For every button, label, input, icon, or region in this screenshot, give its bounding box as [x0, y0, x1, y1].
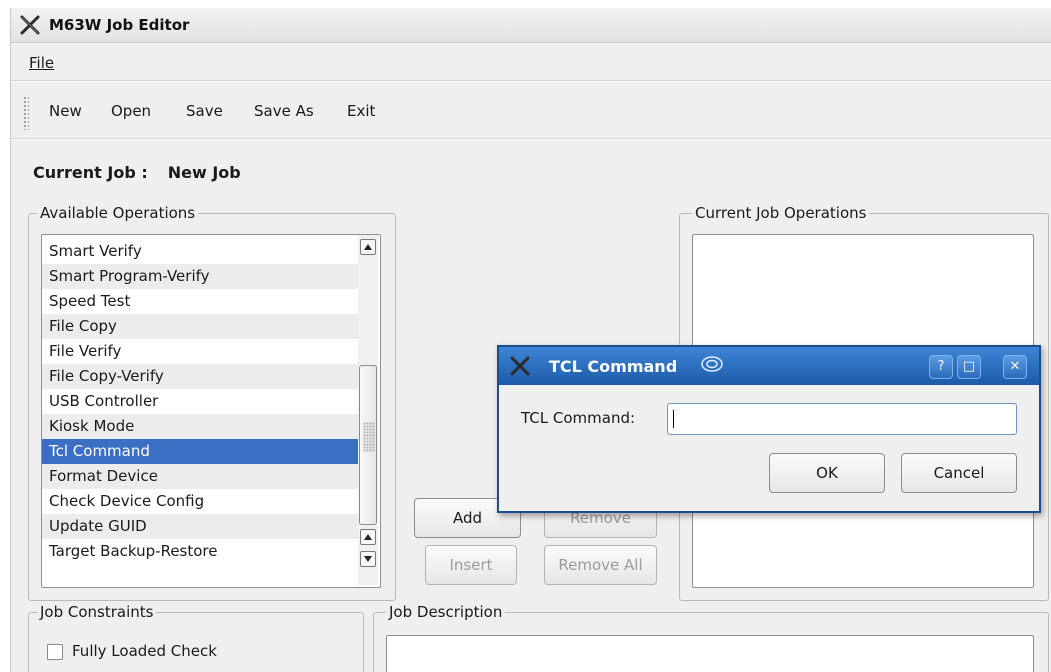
fully-loaded-check-label: Fully Loaded Check: [72, 642, 217, 660]
toolbar-exit-button[interactable]: Exit: [347, 102, 375, 120]
list-item[interactable]: Speed Test: [42, 289, 359, 314]
available-operations-group: Available Operations Smart Verify Smart …: [28, 204, 396, 601]
insert-button[interactable]: Insert: [425, 545, 517, 585]
list-item[interactable]: Update GUID: [42, 514, 359, 539]
toolbar-new-button[interactable]: New: [49, 102, 82, 120]
scroll-up-button[interactable]: [360, 239, 376, 255]
scroll-down-button[interactable]: [360, 551, 376, 567]
menu-file-label: File: [29, 54, 55, 72]
current-job-label: Current Job :: [33, 163, 148, 182]
toolbar-save-as-button[interactable]: Save As: [254, 102, 314, 120]
triangle-down-icon: [364, 556, 372, 562]
available-operations-title: Available Operations: [37, 204, 199, 222]
dialog-title: TCL Command: [549, 357, 678, 376]
thumb-grip: [363, 422, 375, 452]
window-title: M63W Job Editor: [49, 16, 190, 34]
fully-loaded-check-checkbox[interactable]: [47, 644, 63, 660]
list-item-selected[interactable]: Tcl Command: [42, 439, 359, 464]
swirl-icon: [701, 356, 723, 372]
maximize-button[interactable]: □: [957, 355, 981, 379]
list-item[interactable]: File Verify: [42, 339, 359, 364]
tcl-command-label: TCL Command:: [521, 409, 636, 427]
close-button[interactable]: ✕: [1003, 355, 1027, 379]
tcl-command-input[interactable]: [667, 403, 1017, 435]
list-item[interactable]: File Copy-Verify: [42, 364, 359, 389]
ok-button[interactable]: OK: [769, 453, 885, 493]
list-item[interactable]: Smart Program-Verify: [42, 264, 359, 289]
app-x-icon: [20, 15, 40, 35]
available-operations-list[interactable]: Smart Verify Smart Program-Verify Speed …: [41, 234, 381, 588]
list-item[interactable]: Check Device Config: [42, 489, 359, 514]
current-job-operations-title: Current Job Operations: [692, 204, 870, 222]
job-description-group: Job Description: [373, 603, 1049, 672]
toolbar-save-button[interactable]: Save: [186, 102, 223, 120]
toolbar-grip[interactable]: [23, 96, 29, 130]
list-item[interactable]: Kiosk Mode: [42, 414, 359, 439]
list-item[interactable]: Smart Verify: [42, 239, 359, 264]
triangle-up-icon: [364, 534, 372, 540]
list-item[interactable]: Target Backup-Restore: [42, 539, 359, 564]
scroll-up-button-lower[interactable]: [360, 529, 376, 545]
cancel-button[interactable]: Cancel: [901, 453, 1017, 493]
toolbar-separator: [11, 138, 1051, 140]
menu-separator: [11, 80, 1051, 82]
list-item[interactable]: USB Controller: [42, 389, 359, 414]
menu-file[interactable]: File: [29, 54, 54, 72]
list-item[interactable]: File Copy: [42, 314, 359, 339]
help-button[interactable]: ?: [929, 355, 953, 379]
dialog-title-bar[interactable]: TCL Command ? □ ✕: [499, 347, 1039, 385]
job-description-input[interactable]: [386, 635, 1034, 672]
scroll-thumb[interactable]: [359, 365, 377, 525]
job-constraints-group: Job Constraints Fully Loaded Check: [28, 603, 364, 672]
list-item[interactable]: Format Device: [42, 464, 359, 489]
toolbar-open-button[interactable]: Open: [111, 102, 151, 120]
app-x-icon: [510, 356, 530, 376]
toolbar: New Open Save Save As Exit: [11, 86, 1051, 136]
title-bar: M63W Job Editor: [11, 8, 1051, 43]
menu-bar: File: [11, 48, 1051, 78]
current-job-value: New Job: [167, 163, 241, 182]
job-description-title: Job Description: [386, 603, 506, 621]
tcl-command-dialog: TCL Command ? □ ✕ TCL Command: OK Cancel: [497, 345, 1041, 513]
current-job: Current Job : New Job: [33, 163, 241, 182]
list-scrollbar[interactable]: [358, 235, 378, 585]
main-window: M63W Job Editor File New Open Save Save …: [10, 8, 1051, 672]
text-caret: [673, 410, 674, 428]
job-constraints-title: Job Constraints: [37, 603, 157, 621]
triangle-up-icon: [364, 244, 372, 250]
remove-all-button[interactable]: Remove All: [544, 545, 657, 585]
